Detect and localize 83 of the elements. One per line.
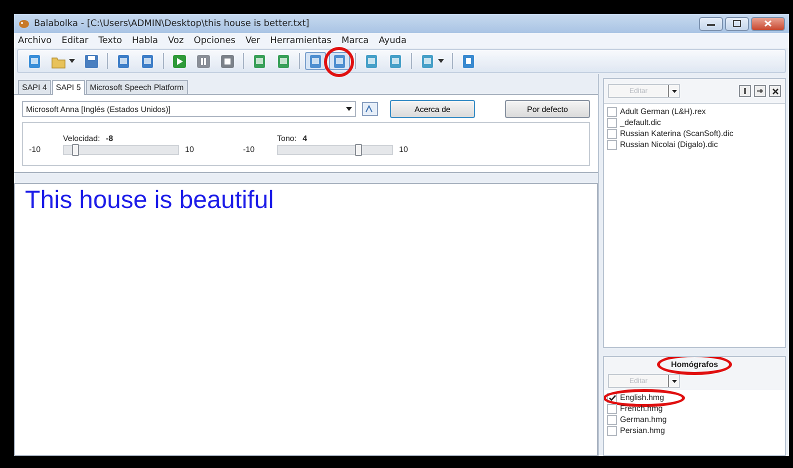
- checkbox[interactable]: [607, 426, 617, 436]
- toolbar-icon: [116, 54, 131, 68]
- slider-track[interactable]: [63, 144, 179, 154]
- close-button[interactable]: [751, 16, 785, 30]
- about-button[interactable]: Acerca de: [390, 100, 475, 118]
- toolbar-icon: [461, 54, 476, 68]
- info-icon: [742, 87, 748, 95]
- list-item[interactable]: French.hmg: [620, 404, 663, 413]
- toolbar-icon: [172, 54, 187, 68]
- checkbox[interactable]: [607, 140, 617, 150]
- toolbar-icon: [388, 54, 403, 68]
- text-editor[interactable]: This house is beautiful: [14, 183, 598, 456]
- menu-item[interactable]: Herramientas: [270, 36, 332, 46]
- minimize-icon: [707, 22, 715, 26]
- slider-track[interactable]: [277, 144, 393, 154]
- toolbar-icon: [332, 54, 347, 68]
- close-icon: [772, 88, 778, 94]
- slider-min-label: -10: [243, 144, 256, 154]
- pin-button[interactable]: [754, 85, 766, 97]
- tab[interactable]: Microsoft Speech Platform: [86, 80, 188, 94]
- menu-item[interactable]: Habla: [132, 36, 158, 46]
- list-item[interactable]: Russian Katerina (ScanSoft).dic: [620, 129, 734, 138]
- slider-max-label: 10: [399, 144, 409, 154]
- list-item[interactable]: English.hmg: [620, 393, 664, 402]
- slider-label: Tono:: [277, 134, 297, 142]
- dropdown-arrow-icon: [346, 107, 352, 111]
- toolbar-icon: [84, 54, 99, 68]
- dropdown-arrow-icon: [69, 59, 75, 63]
- checkbox[interactable]: [607, 128, 617, 138]
- app-icon: [18, 18, 30, 28]
- toolbar-icon: [308, 54, 323, 68]
- menu-item[interactable]: Marca: [341, 36, 369, 46]
- list-item[interactable]: Adult German (L&H).rex: [620, 107, 706, 116]
- menu-item[interactable]: Archivo: [18, 36, 52, 46]
- menu-item[interactable]: Ver: [245, 36, 260, 46]
- toolbar-button[interactable]: [329, 52, 350, 70]
- slider-value: 4: [302, 134, 308, 142]
- default-button[interactable]: Por defecto: [505, 100, 590, 118]
- slider-thumb[interactable]: [72, 144, 80, 156]
- info-button[interactable]: [739, 85, 751, 97]
- document-text: This house is beautiful: [25, 186, 274, 214]
- maximize-button[interactable]: [725, 16, 749, 30]
- toolbar-icon: [420, 54, 435, 68]
- toolbar-icon: [27, 54, 42, 68]
- dropdown-arrow-icon: [672, 90, 676, 92]
- tab[interactable]: SAPI 5: [52, 80, 85, 95]
- menu-item[interactable]: Ayuda: [378, 36, 407, 46]
- close-icon: [764, 20, 772, 27]
- list-item[interactable]: Persian.hmg: [620, 426, 665, 435]
- checkbox[interactable]: [607, 404, 617, 414]
- voice-dropdown[interactable]: Microsoft Anna [Inglés (Estados Unidos)]: [22, 101, 356, 117]
- checkbox[interactable]: [607, 118, 617, 128]
- maximize-icon: [733, 20, 741, 27]
- window-title: Balabolka - [C:\Users\ADMIN\Desktop\this house is better.txt]: [34, 18, 310, 28]
- pin-icon: [756, 88, 764, 94]
- menu-item[interactable]: Texto: [98, 36, 122, 46]
- slider-value: -8: [106, 134, 114, 142]
- dropdown-arrow-icon: [672, 380, 676, 382]
- list-item[interactable]: German.hmg: [620, 415, 667, 424]
- toolbar-icon: [196, 54, 211, 68]
- menu-item[interactable]: Opciones: [194, 36, 236, 46]
- tab[interactable]: SAPI 4: [18, 80, 51, 94]
- slider-thumb[interactable]: [354, 144, 362, 156]
- toolbar-icon: [140, 54, 155, 68]
- list-item[interactable]: Russian Nicolai (Digalo).dic: [620, 140, 718, 149]
- toolbar-icon: [364, 54, 379, 68]
- checkbox[interactable]: [607, 106, 617, 116]
- toolbar-icon: [276, 54, 291, 68]
- checkbox[interactable]: [607, 414, 617, 424]
- dropdown-arrow-icon: [438, 59, 444, 63]
- slider-label: Velocidad:: [63, 134, 100, 142]
- toolbar-button[interactable]: [305, 52, 326, 70]
- menu-item[interactable]: Voz: [168, 36, 184, 46]
- close-panel-button[interactable]: [769, 85, 781, 97]
- slider-min-label: -10: [29, 144, 42, 154]
- toolbar-icon: [252, 54, 267, 68]
- minimize-button[interactable]: [699, 16, 723, 30]
- toolbar-icon: [220, 54, 235, 68]
- menu-item[interactable]: Editar: [62, 36, 88, 46]
- slider-max-label: 10: [185, 144, 195, 154]
- chevron-icon: [365, 105, 376, 113]
- list-item[interactable]: _default.dic: [620, 118, 661, 127]
- voice-settings-button[interactable]: [362, 102, 378, 116]
